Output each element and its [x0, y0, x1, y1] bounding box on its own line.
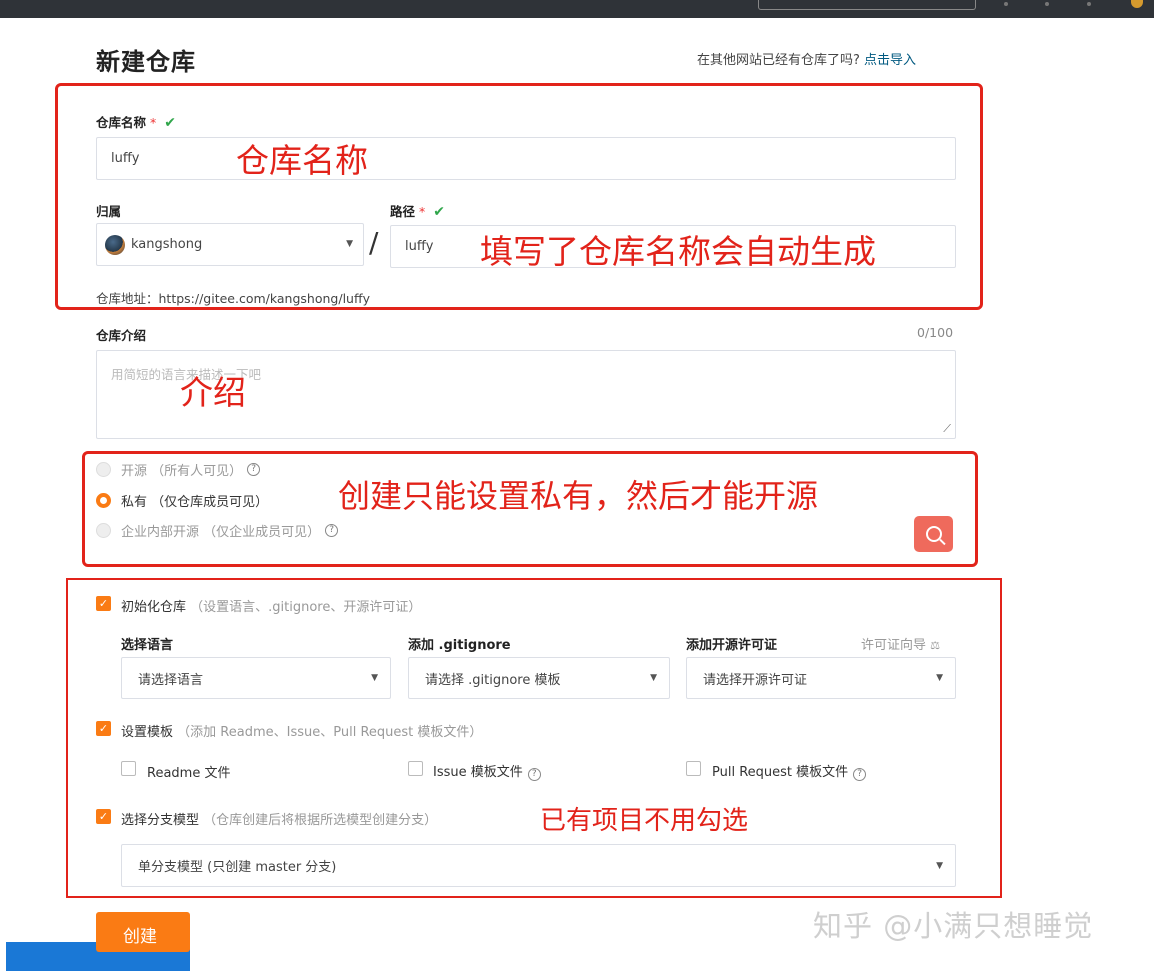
help-icon[interactable]: ? [527, 768, 541, 781]
create-button[interactable]: 创建 [96, 912, 190, 952]
owner-value: kangshong [131, 237, 203, 252]
chevron-down-icon: ▼ [346, 239, 353, 249]
repo-url: 仓库地址：https://gitee.com/kangshong/luffy [96, 291, 370, 306]
page-title: 新建仓库 [96, 48, 196, 76]
init-hint: （设置语言、.gitignore、开源许可证） [190, 600, 422, 615]
license-guide-link[interactable]: 许可证向导 ⚖ [861, 634, 940, 653]
init-checkbox[interactable]: ✓ [96, 596, 111, 611]
help-icon[interactable]: ? [853, 768, 867, 781]
license-select[interactable]: 请选择开源许可证 ▼ [686, 657, 956, 699]
annotation-name: 仓库名称 [236, 141, 368, 180]
check-icon: ✔ [164, 115, 176, 131]
visibility-option-label: 企业内部开源 （仅企业成员可见） [121, 525, 321, 540]
chevron-down-icon: ▼ [650, 673, 657, 683]
branch-row: 选择分支模型 （仓库创建后将根据所选模型创建分支） [121, 809, 437, 828]
template-row: 设置模板 （添加 Readme、Issue、Pull Request 模板文件） [121, 721, 482, 740]
navbar-icon[interactable] [1045, 2, 1049, 6]
required-mark: * [419, 204, 426, 219]
intro-label: 仓库介绍 [96, 328, 147, 343]
visibility-option-private[interactable]: 私有 （仅仓库成员可见） [96, 491, 268, 510]
license-select-value: 请选择开源许可证 [703, 672, 808, 688]
init-label: 初始化仓库 [121, 600, 187, 615]
template-checkbox[interactable]: ✓ [96, 721, 111, 736]
path-value: luffy [405, 239, 434, 254]
issue-row: Issue 模板文件? [433, 761, 541, 781]
annotation-intro: 介绍 [180, 373, 246, 412]
pull-request-checkbox[interactable] [686, 761, 701, 776]
branch-select-value: 单分支模型 (只创建 master 分支) [138, 860, 337, 875]
owner-avatar [105, 234, 125, 255]
pull-request-row: Pull Request 模板文件? [712, 761, 867, 781]
gitignore-select[interactable]: 请选择 .gitignore 模板 ▼ [408, 657, 670, 699]
language-select[interactable]: 请选择语言 ▼ [121, 657, 391, 699]
annotation-box-name [55, 83, 983, 310]
visibility-option-label: 私有 （仅仓库成员可见） [121, 495, 269, 510]
template-hint: （添加 Readme、Issue、Pull Request 模板文件） [177, 725, 483, 740]
intro-counter: 0/100 [917, 325, 954, 340]
repo-name-label-text: 仓库名称 [96, 115, 147, 130]
import-link[interactable]: 点击导入 [864, 53, 916, 68]
path-separator: / [369, 226, 379, 259]
readme-label: Readme 文件 [147, 766, 231, 781]
search-float-button[interactable] [914, 516, 953, 552]
search-icon [925, 526, 942, 542]
resize-handle-icon[interactable]: ⟋ [943, 422, 951, 436]
navbar-search-box[interactable] [758, 0, 976, 10]
license-guide-text: 许可证向导 [861, 638, 927, 653]
issue-label: Issue 模板文件 [433, 765, 523, 780]
branch-hint: （仓库创建后将根据所选模型创建分支） [203, 813, 438, 828]
watermark: 知乎 @小满只想睡觉 [813, 909, 1094, 943]
path-label-text: 路径 [390, 204, 416, 219]
pull-request-label: Pull Request 模板文件 [712, 765, 849, 780]
owner-label: 归属 [96, 204, 122, 219]
chevron-down-icon: ▼ [936, 861, 943, 871]
chevron-down-icon: ▼ [936, 673, 943, 683]
radio-icon [96, 523, 111, 538]
template-label: 设置模板 [121, 725, 174, 740]
readme-checkbox[interactable] [121, 761, 136, 776]
import-hint: 在其他网站已经有仓库了吗? 点击导入 [697, 49, 916, 68]
language-select-value: 请选择语言 [138, 672, 204, 688]
visibility-option-enterprise[interactable]: 企业内部开源 （仅企业成员可见） ? [96, 521, 339, 540]
navbar-icon[interactable] [1087, 2, 1091, 6]
owner-select[interactable]: kangshong ▼ [96, 223, 364, 266]
gitignore-label: 添加 .gitignore [408, 638, 511, 653]
help-icon[interactable]: ? [325, 524, 339, 537]
annotation-path: 填写了仓库名称会自动生成 [480, 232, 876, 271]
branch-checkbox[interactable]: ✓ [96, 809, 111, 824]
check-icon: ✔ [433, 204, 445, 220]
repo-name-label: 仓库名称 * ✔ [96, 112, 176, 131]
chevron-down-icon: ▼ [371, 673, 378, 683]
top-navbar [0, 0, 1154, 18]
required-mark: * [150, 115, 157, 130]
gitignore-select-value: 请选择 .gitignore 模板 [425, 672, 561, 688]
help-icon[interactable]: ? [247, 463, 261, 476]
language-label: 选择语言 [121, 638, 174, 653]
path-label: 路径 * ✔ [390, 201, 445, 220]
license-label: 添加开源许可证 [686, 638, 778, 653]
visibility-option-label: 开源 （所有人可见） [121, 464, 243, 479]
avatar[interactable] [1131, 0, 1143, 8]
radio-selected-icon [96, 493, 111, 508]
branch-label: 选择分支模型 [121, 813, 200, 828]
repo-name-value: luffy [111, 151, 140, 166]
navbar-icon[interactable] [1004, 2, 1008, 6]
import-prompt: 在其他网站已经有仓库了吗? [697, 53, 860, 68]
radio-icon [96, 462, 111, 477]
repo-name-input[interactable]: luffy [96, 137, 956, 180]
scale-icon: ⚖ [930, 639, 941, 652]
init-row: 初始化仓库 （设置语言、.gitignore、开源许可证） [121, 596, 421, 615]
visibility-option-open[interactable]: 开源 （所有人可见） ? [96, 460, 261, 479]
annotation-init: 已有项目不用勾选 [540, 806, 749, 836]
issue-checkbox[interactable] [408, 761, 423, 776]
branch-select[interactable]: 单分支模型 (只创建 master 分支) ▼ [121, 844, 956, 887]
annotation-visibility: 创建只能设置私有，然后才能开源 [338, 477, 819, 515]
